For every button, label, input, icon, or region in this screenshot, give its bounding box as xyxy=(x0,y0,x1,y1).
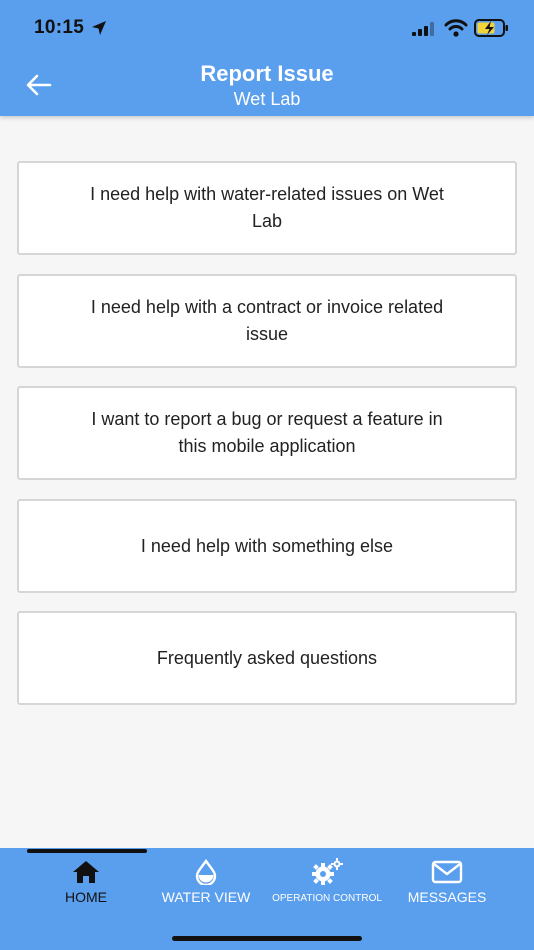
page-title: Report Issue xyxy=(200,61,334,86)
battery-charging-icon xyxy=(474,19,508,37)
wifi-icon xyxy=(444,19,468,37)
cellular-signal-icon xyxy=(412,22,434,36)
tab-home[interactable]: HOME xyxy=(56,858,116,910)
tab-water-view-label: WATER VIEW xyxy=(161,889,251,905)
active-tab-indicator xyxy=(27,849,147,853)
location-arrow-icon xyxy=(92,21,106,35)
option-report-bug[interactable]: I want to report a bug or request a feat… xyxy=(17,386,517,480)
home-icon xyxy=(73,861,99,883)
option-contract-invoice[interactable]: I need help with a contract or invoice r… xyxy=(17,274,517,368)
header-titles: Report Issue Wet Lab xyxy=(0,60,534,110)
tab-operation-control-label: OPERATION CONTROL xyxy=(272,893,382,904)
status-bar: 10:15 xyxy=(0,0,534,56)
tab-operation-control[interactable]: OPERATION CONTROL xyxy=(264,858,390,910)
page-subtitle: Wet Lab xyxy=(233,89,301,109)
status-time: 10:15 xyxy=(34,17,85,38)
option-water-issues[interactable]: I need help with water-related issues on… xyxy=(17,161,517,255)
header-bar: 10:15 Report Issue Wet Lab xyxy=(0,0,534,116)
option-something-else[interactable]: I need help with something else xyxy=(17,499,517,593)
tab-messages[interactable]: MESSAGES xyxy=(400,858,494,910)
tab-water-view[interactable]: WATER VIEW xyxy=(152,858,260,910)
tab-messages-label: MESSAGES xyxy=(407,889,487,905)
envelope-icon xyxy=(431,860,463,884)
water-drop-icon xyxy=(195,859,217,885)
gears-icon xyxy=(312,858,343,885)
home-indicator xyxy=(172,936,362,941)
option-faq[interactable]: Frequently asked questions xyxy=(17,611,517,705)
tab-home-label: HOME xyxy=(65,889,107,905)
